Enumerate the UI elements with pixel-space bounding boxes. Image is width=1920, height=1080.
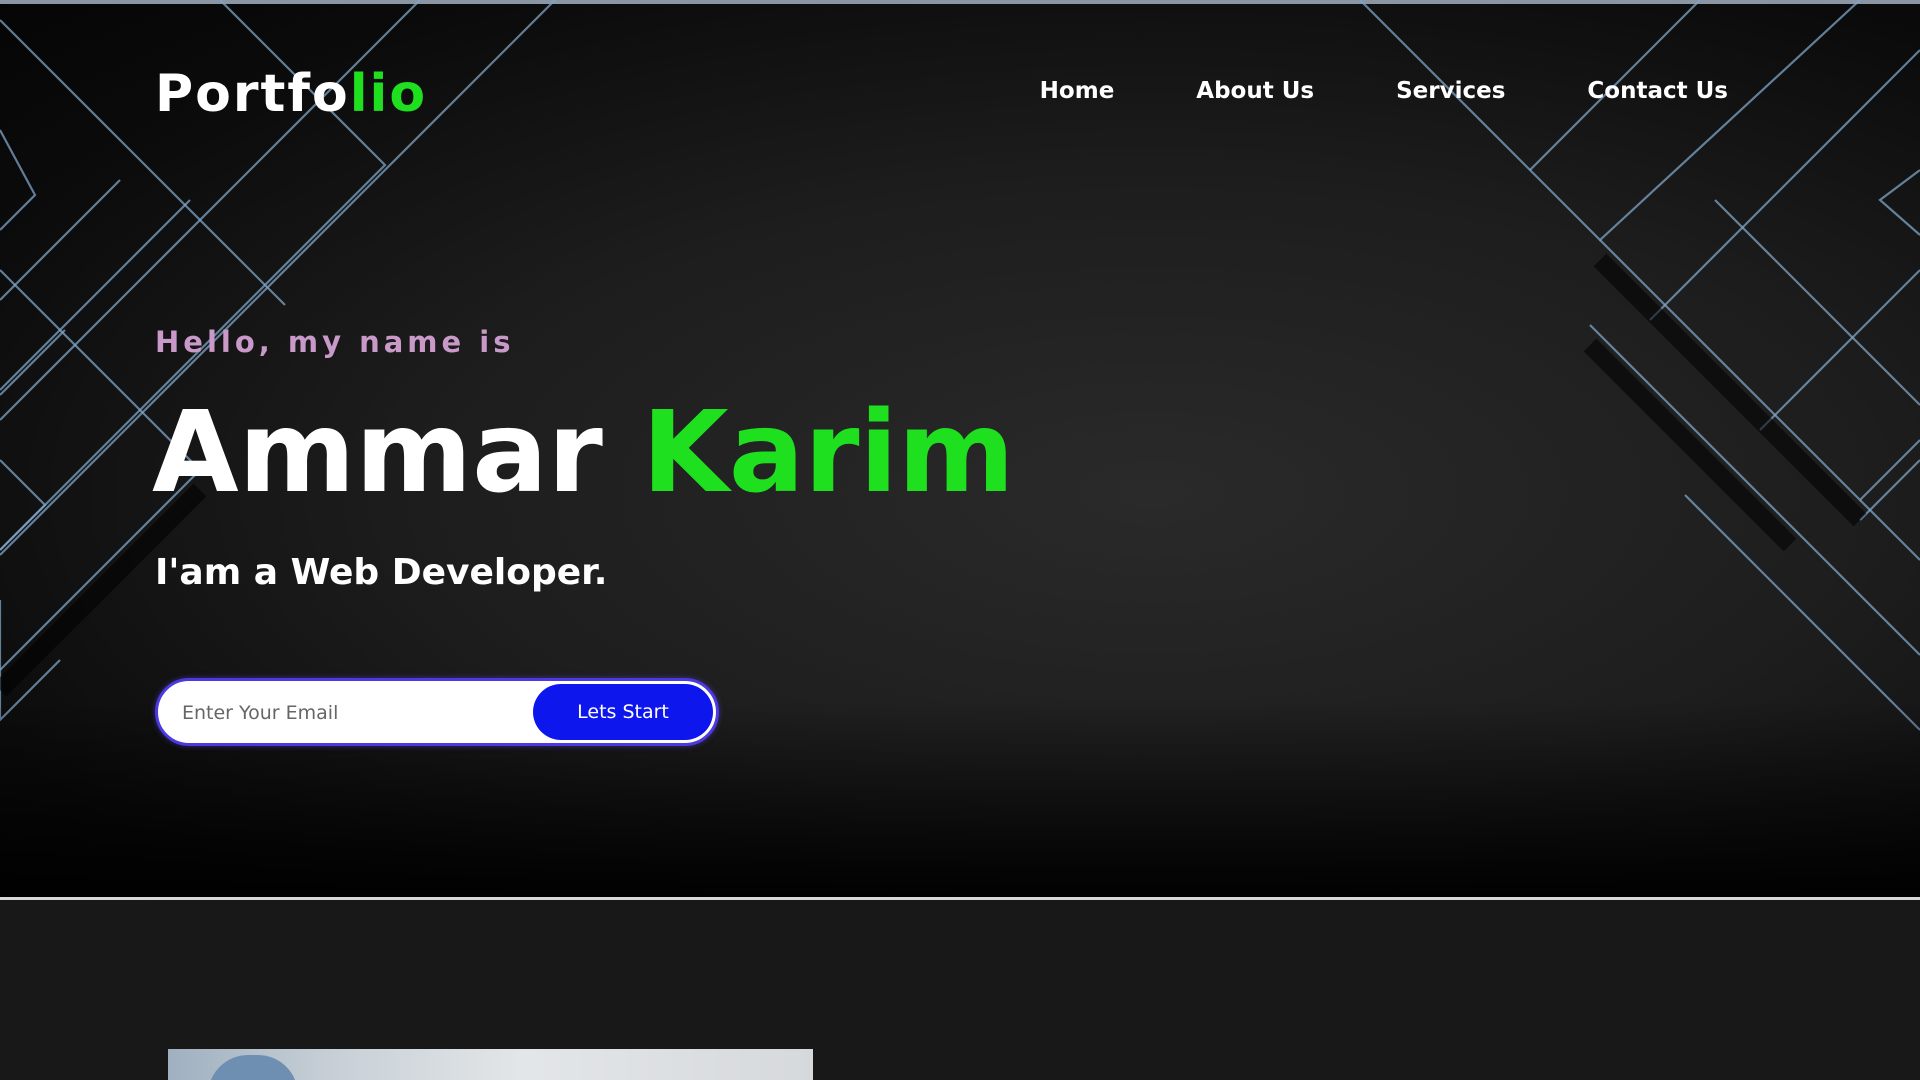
logo-text: Portfo xyxy=(155,64,350,124)
email-signup-form: Lets Start xyxy=(155,678,719,746)
nav-item-about-us[interactable]: About Us xyxy=(1196,78,1314,104)
hero-role: I'am a Web Developer. xyxy=(155,552,608,593)
hero-name: Ammar Karim xyxy=(152,388,1015,518)
hero-first-name: Ammar xyxy=(152,388,603,518)
section-divider xyxy=(0,897,1920,900)
nav-item-home[interactable]: Home xyxy=(1040,78,1115,104)
main-nav: Home About Us Services Contact Us xyxy=(1040,78,1728,104)
hero-greeting: Hello, my name is xyxy=(155,325,515,359)
logo[interactable]: Portfolio xyxy=(155,62,427,126)
about-image-figure xyxy=(208,1055,298,1080)
nav-item-services[interactable]: Services xyxy=(1396,78,1505,104)
lets-start-button[interactable]: Lets Start xyxy=(533,684,713,740)
nav-item-contact-us[interactable]: Contact Us xyxy=(1587,78,1728,104)
about-image xyxy=(168,1049,813,1080)
hero-last-name: Karim xyxy=(641,388,1015,518)
logo-accent-text: lio xyxy=(349,64,428,124)
hero-section: Portfolio Home About Us Services Contact… xyxy=(0,0,1920,897)
email-input[interactable] xyxy=(180,691,524,735)
